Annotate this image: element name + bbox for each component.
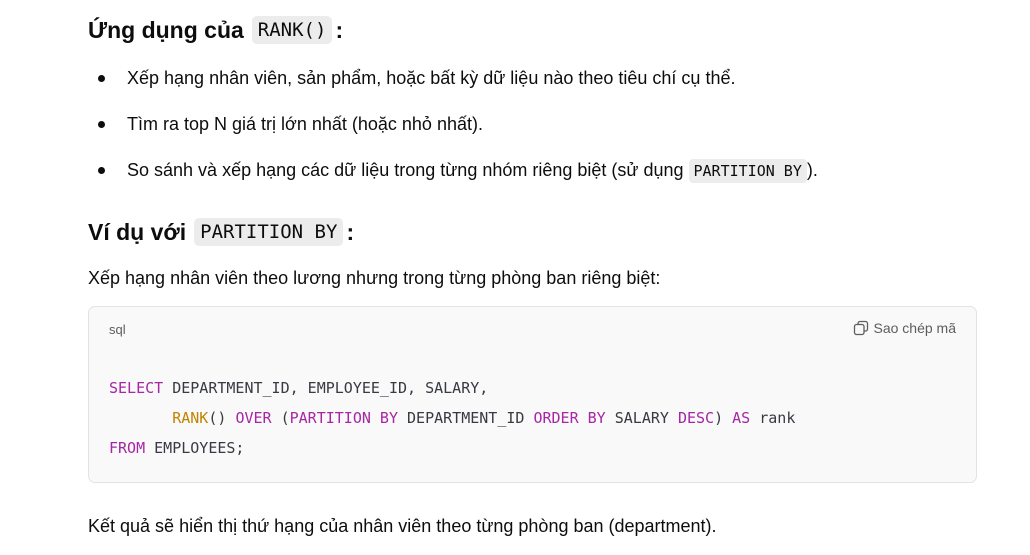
code-text: ) — [714, 409, 733, 427]
code-keyword: ORDER BY — [533, 409, 606, 427]
code-keyword: AS — [732, 409, 751, 427]
heading-inline-code: RANK() — [251, 16, 333, 44]
code-keyword: OVER — [235, 409, 272, 427]
heading-inline-code: PARTITION BY — [194, 218, 344, 246]
code-text: ( — [271, 409, 290, 427]
section-heading-applications: Ứng dụng của RANK() : — [88, 12, 343, 48]
list-item-text: ). — [806, 160, 818, 180]
example-outro: Kết quả sẽ hiển thị thứ hạng của nhân vi… — [88, 516, 717, 536]
code-keyword: DESC — [677, 409, 715, 427]
code-keyword: FROM — [109, 439, 146, 457]
list-item: So sánh và xếp hạng các dữ liệu trong từ… — [88, 154, 818, 200]
code-function: RANK — [172, 409, 209, 427]
example-intro: Xếp hạng nhân viên theo lương nhưng tron… — [88, 268, 661, 288]
heading-text: Ứng dụng của — [88, 16, 244, 43]
inline-code: PARTITION BY — [688, 159, 807, 183]
list-item: Tìm ra top N giá trị lớn nhất (hoặc nhỏ … — [88, 108, 818, 154]
code-text: () — [208, 409, 236, 427]
code-keyword: PARTITION BY — [289, 409, 398, 427]
heading-colon: : — [346, 218, 355, 245]
heading-text: Ví dụ với — [88, 218, 187, 245]
code-keyword: SELECT — [109, 379, 164, 397]
code-text: rank — [750, 409, 796, 427]
heading-colon: : — [335, 16, 344, 43]
code-text: EMPLOYEES; — [145, 439, 245, 457]
copy-label: Sao chép mã — [873, 320, 957, 336]
sql-code[interactable]: SELECT DEPARTMENT_ID, EMPLOYEE_ID, SALAR… — [109, 373, 795, 463]
code-text: DEPARTMENT_ID — [398, 409, 534, 427]
code-block: sql Sao chép mã SELECT DEPARTMENT_ID, EM… — [88, 306, 977, 483]
code-text: SALARY — [605, 409, 678, 427]
copy-code-button[interactable]: Sao chép mã — [853, 320, 957, 336]
code-text: DEPARTMENT_ID, EMPLOYEE_ID, SALARY, — [163, 379, 489, 397]
list-item-text: So sánh và xếp hạng các dữ liệu trong từ… — [127, 160, 689, 180]
code-language-label: sql — [109, 322, 126, 337]
copy-icon — [853, 320, 868, 336]
applications-list: Xếp hạng nhân viên, sản phẩm, hoặc bất k… — [88, 62, 818, 200]
section-heading-example: Ví dụ với PARTITION BY : — [88, 214, 354, 250]
list-item: Xếp hạng nhân viên, sản phẩm, hoặc bất k… — [88, 62, 818, 108]
